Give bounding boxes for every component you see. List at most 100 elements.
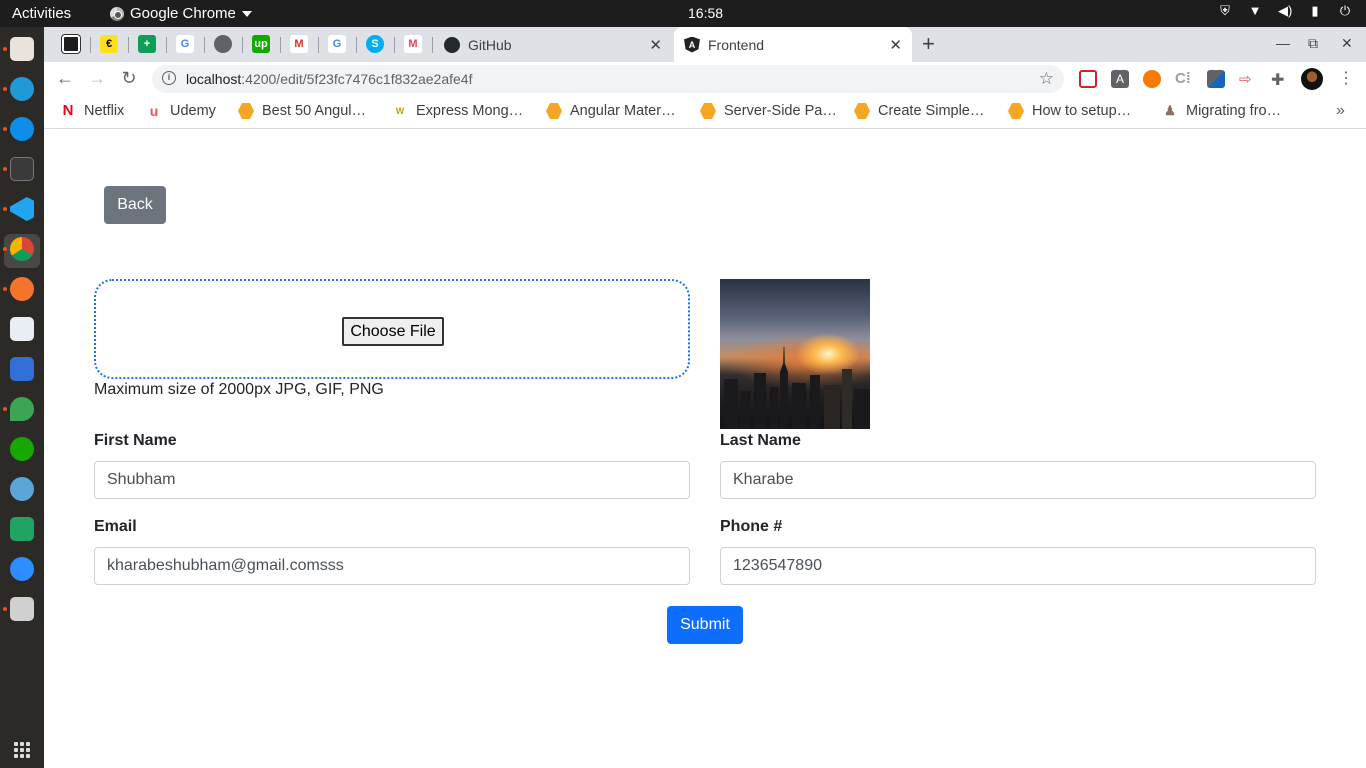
choose-file-button[interactable]: Choose File: [342, 317, 444, 346]
running-indicator: [3, 207, 7, 211]
bookmark-udemy[interactable]: u Udemy: [146, 103, 216, 119]
timedoctor-icon[interactable]: [10, 477, 34, 501]
email-input[interactable]: kharabeshubham@gmail.comsss: [94, 547, 690, 585]
bookmark-server-side[interactable]: Server-Side Pa…: [700, 103, 837, 119]
screenshot-icon[interactable]: [10, 597, 34, 621]
google-icon[interactable]: G: [328, 35, 346, 53]
file-size-hint: Maximum size of 2000px JPG, GIF, PNG: [94, 381, 384, 398]
running-indicator: [3, 247, 7, 251]
restore-icon[interactable]: ⧉: [1308, 35, 1318, 52]
google-icon[interactable]: G: [176, 35, 194, 53]
tab-separator: [204, 37, 205, 53]
bookmark-express-mongo[interactable]: W Express Mong…: [392, 103, 523, 119]
trello-icon[interactable]: [62, 35, 80, 53]
globe-icon[interactable]: [214, 35, 232, 53]
chevron-double-right-icon[interactable]: »: [1336, 102, 1345, 120]
tab-separator: [318, 37, 319, 53]
close-icon[interactable]: ✕: [649, 36, 662, 54]
document-viewer-icon[interactable]: [10, 317, 34, 341]
reload-icon[interactable]: ↻: [118, 68, 140, 89]
running-indicator: [3, 87, 7, 91]
bookmark-create-simple[interactable]: Create Simple…: [854, 103, 984, 119]
back-arrow-icon[interactable]: ←: [54, 68, 76, 89]
star-icon[interactable]: ☆: [1039, 69, 1054, 89]
terminal-icon[interactable]: [10, 157, 34, 181]
address-bar[interactable]: i localhost:4200/edit/5f23fc7476c1f832ae…: [152, 65, 1064, 93]
info-icon[interactable]: i: [162, 71, 176, 85]
caret-down-icon: [241, 10, 252, 17]
running-indicator: [3, 607, 7, 611]
extension-icon[interactable]: [1079, 70, 1097, 88]
app-menu[interactable]: Google Chrome: [110, 5, 252, 22]
battery-icon: ▮: [1311, 3, 1319, 18]
udemy-icon: u: [149, 103, 159, 119]
first-name-input[interactable]: Shubham: [94, 461, 690, 499]
show-applications-icon[interactable]: [14, 742, 30, 758]
skype-icon[interactable]: S: [366, 35, 384, 53]
tab-separator: [356, 37, 357, 53]
google-sheets-icon[interactable]: +: [138, 35, 156, 53]
volume-icon: ◀): [1278, 3, 1293, 18]
phone-input[interactable]: 1236547890: [720, 547, 1316, 585]
clock[interactable]: 16:58: [688, 5, 723, 21]
bookmark-best-50-angular[interactable]: Best 50 Angul…: [238, 103, 366, 119]
tab-separator: [90, 37, 91, 53]
back-button[interactable]: Back: [104, 186, 166, 224]
tab-frontend[interactable]: A Frontend ✕: [674, 27, 912, 62]
bookmark-how-to-setup[interactable]: How to setup…: [1008, 103, 1131, 119]
hexagon-icon: [546, 103, 562, 119]
url-text[interactable]: localhost:4200/edit/5f23fc7476c1f832ae2a…: [186, 71, 472, 87]
submit-button[interactable]: Submit: [667, 606, 743, 644]
more-vert-icon[interactable]: ⋮: [1338, 68, 1354, 88]
building-shape: [792, 383, 806, 429]
github-icon: [444, 36, 460, 53]
running-indicator: [3, 47, 7, 51]
upwork-icon[interactable]: [10, 437, 34, 461]
files-icon[interactable]: [10, 37, 34, 61]
close-window-icon[interactable]: ✕: [1341, 35, 1353, 52]
mongodb-compass-icon[interactable]: [10, 397, 34, 421]
vscode-icon[interactable]: [10, 197, 34, 221]
last-name-input[interactable]: Kharabe: [720, 461, 1316, 499]
extension-icon[interactable]: C⁞: [1175, 70, 1193, 88]
extension-icon[interactable]: A: [1111, 70, 1129, 88]
bookmark-netflix[interactable]: N Netflix: [60, 103, 125, 120]
upwork-icon[interactable]: up: [252, 35, 270, 53]
text-editor-icon[interactable]: [10, 357, 34, 381]
system-tray[interactable]: ⛨ ▼ ◀) ▮ ⏻: [1218, 4, 1352, 18]
bookmark-migrating[interactable]: ♟ Migrating fro…: [1162, 103, 1281, 119]
chrome-icon[interactable]: [10, 237, 34, 261]
tab-github[interactable]: GitHub ✕: [442, 27, 672, 62]
profile-avatar[interactable]: [1301, 68, 1323, 90]
power-icon: ⏻: [1339, 3, 1351, 18]
extension-icon[interactable]: ⇨: [1239, 70, 1257, 88]
new-tab-icon[interactable]: +: [922, 31, 935, 57]
tab-separator: [242, 37, 243, 53]
skype-icon[interactable]: [10, 77, 34, 101]
minimize-icon[interactable]: —: [1276, 35, 1290, 51]
monday-icon[interactable]: M: [404, 35, 422, 53]
close-icon[interactable]: ✕: [889, 36, 902, 54]
running-indicator: [3, 287, 7, 291]
forward-arrow-icon[interactable]: →: [86, 68, 108, 89]
file-dropzone[interactable]: Choose File: [94, 279, 690, 379]
bookmark-angular-material[interactable]: Angular Mater…: [546, 103, 676, 119]
postman-icon[interactable]: [10, 277, 34, 301]
profile-image-preview: [720, 279, 870, 429]
app-menu-label: Google Chrome: [130, 5, 236, 22]
tab-separator: [280, 37, 281, 53]
gmail-icon[interactable]: M: [290, 35, 308, 53]
puzzle-icon[interactable]: ✚: [1271, 70, 1289, 89]
activities-button[interactable]: Activities: [12, 5, 71, 22]
system-top-bar: Activities Google Chrome 16:58 ⛨ ▼ ◀) ▮ …: [0, 0, 1366, 27]
zoom-icon[interactable]: [10, 557, 34, 581]
building-shape: [810, 375, 820, 429]
mailchimp-icon[interactable]: €: [100, 35, 118, 53]
tab-separator: [432, 37, 433, 53]
extension-icon[interactable]: [1207, 70, 1225, 88]
tab-separator: [166, 37, 167, 53]
spreadsheet-icon[interactable]: [10, 517, 34, 541]
teamviewer-icon[interactable]: [10, 117, 34, 141]
extension-icon[interactable]: [1143, 70, 1161, 88]
tab-strip: € + G up M G S M GitHub ✕ A Frontend ✕ +…: [44, 27, 1366, 62]
